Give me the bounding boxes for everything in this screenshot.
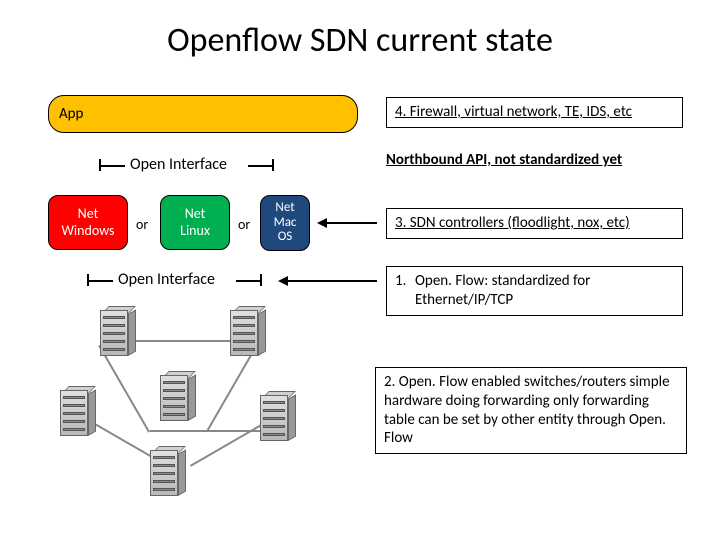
switch-icon: [160, 375, 200, 421]
connector-tick: [100, 165, 125, 167]
app-box: App: [48, 95, 358, 133]
connector-tick: [248, 165, 273, 167]
note-firewall: 4. Firewall, virtual network, TE, IDS, e…: [386, 97, 683, 128]
switch-icon: [60, 390, 100, 436]
note-northbound: Northbound API, not standardized yet: [386, 151, 683, 170]
open-interface-lower: Open Interface: [118, 270, 215, 289]
network-link: [150, 430, 265, 432]
net-mac-box: Net Mac OS: [260, 195, 310, 251]
switch-icon: [150, 450, 190, 496]
network-link: [206, 344, 258, 432]
connector-tick: [260, 274, 262, 286]
connector-tick: [99, 159, 101, 171]
connector-tick: [88, 280, 113, 282]
arrow: [283, 280, 377, 282]
or-label: or: [136, 216, 148, 233]
switch-icon: [100, 310, 140, 356]
network-link: [190, 420, 269, 467]
switch-icon: [230, 310, 270, 356]
connector-tick: [87, 274, 89, 286]
app-label: App: [59, 105, 83, 123]
net-linux-box: Net Linux: [160, 195, 230, 250]
open-interface-upper: Open Interface: [130, 155, 227, 174]
connector-tick: [272, 159, 274, 171]
connector-tick: [236, 280, 261, 282]
note-openflow-std: 1. Open. Flow: standardized for Ethernet…: [386, 266, 683, 316]
net-windows-box: Net Windows: [48, 195, 128, 250]
arrow: [322, 222, 377, 224]
note-switches: 2. Open. Flow enabled switches/routers s…: [375, 367, 687, 454]
network-link: [98, 345, 150, 433]
slide-title: Openflow SDN current state: [0, 20, 720, 61]
or-label: or: [238, 216, 250, 233]
note-controllers: 3. SDN controllers (floodlight, nox, etc…: [386, 208, 683, 239]
switch-icon: [260, 395, 300, 441]
